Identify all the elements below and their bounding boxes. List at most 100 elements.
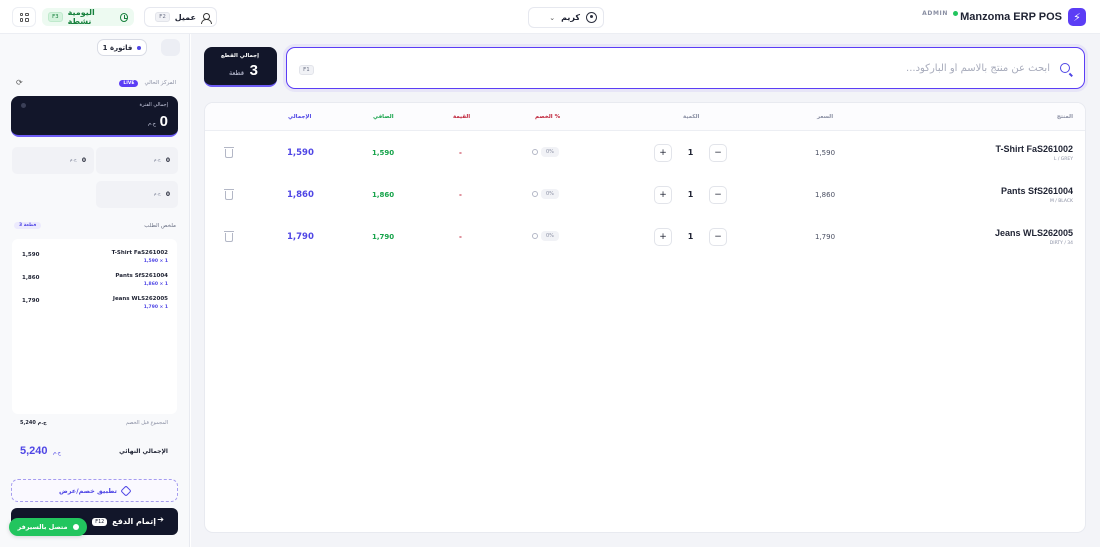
- product-name: T-Shirt FaS261002: [995, 144, 1073, 154]
- invoice-tab[interactable]: فاتورة 1: [97, 39, 147, 56]
- grand-total-value: 5,240: [20, 445, 48, 457]
- product-variant: M / BLACK: [1049, 199, 1073, 204]
- live-badge: LIVE: [119, 79, 139, 87]
- online-dot-icon: [953, 11, 958, 16]
- column-product: المنتج: [1056, 114, 1073, 120]
- product-name: Jeans WLS262005: [994, 228, 1073, 238]
- net-amount: 1,790: [372, 233, 395, 241]
- order-summary-header: ملخص الطلب 3 قطعة: [14, 220, 176, 231]
- discount-field[interactable]: 0%: [532, 189, 559, 199]
- current-position-label: المركز الحالي: [144, 80, 176, 86]
- discount-value: 0%: [541, 231, 559, 241]
- current-position-header: المركز الحالي LIVE: [14, 78, 176, 88]
- discount-field[interactable]: 0%: [532, 231, 559, 241]
- summary-item-sub: 1,860 × 1: [143, 282, 168, 287]
- order-count-badge: 3 قطعة: [14, 222, 42, 229]
- summary-item-total: 1,790: [22, 298, 40, 304]
- stat-unit: ج.م: [69, 158, 77, 163]
- refresh-icon[interactable]: ⟳: [16, 78, 23, 87]
- stat-card: 0 ج.م: [12, 147, 94, 174]
- net-amount: 1,860: [372, 191, 395, 199]
- product-price: 1,860: [815, 191, 836, 199]
- role-indicator: ADMIN: [922, 10, 958, 17]
- increase-qty-button[interactable]: +: [654, 185, 672, 204]
- quantity-value: 1: [687, 148, 694, 157]
- status-dot-icon: [72, 524, 79, 530]
- quantity-value: 1: [687, 232, 694, 241]
- table-row: Jeans WLS262005 DIRTY / 34 1,790 + 1 − 0…: [205, 219, 1085, 261]
- period-total-card: إجمالي الفترة 0 ج.م: [11, 96, 178, 137]
- discount-field[interactable]: 0%: [532, 147, 559, 157]
- trash-icon[interactable]: [224, 189, 234, 200]
- customer-button[interactable]: عميل F2: [144, 7, 217, 27]
- apps-button[interactable]: [12, 7, 36, 27]
- decrease-qty-button[interactable]: −: [708, 143, 727, 162]
- daily-label: اليومية نشطة: [67, 8, 95, 26]
- total-pieces-card: إجمالي القطع 3 قطعة: [204, 47, 277, 87]
- list-item: Jeans WLS262005 1,790 × 1 1,790: [20, 293, 170, 315]
- trash-icon[interactable]: [224, 147, 234, 158]
- total-pieces-unit: قطعة: [228, 69, 244, 77]
- grand-total-unit: ج.م: [53, 450, 61, 456]
- product-search[interactable]: F1: [286, 47, 1085, 89]
- stat-unit: ج.م: [153, 158, 161, 163]
- new-invoice-button[interactable]: [161, 39, 180, 56]
- table-row: T-Shirt FaS261002 L / GREY 1,590 + 1 − 0…: [205, 135, 1085, 177]
- tag-icon: [120, 484, 132, 497]
- column-qty: الكمية: [683, 114, 700, 120]
- discount-value: 0%: [541, 189, 559, 199]
- summary-item-total: 1,860: [22, 275, 40, 281]
- order-summary-title: ملخص الطلب: [144, 222, 176, 229]
- decrease-qty-button[interactable]: −: [708, 185, 727, 204]
- column-discount: الخصم %: [535, 114, 561, 120]
- total-pieces-label: إجمالي القطع: [220, 53, 259, 59]
- subtotal-label: المجموع قبل الخصم: [125, 420, 168, 426]
- discount-amount: -: [459, 233, 462, 241]
- search-input[interactable]: [530, 56, 1050, 80]
- summary-item-sub: 1,590 × 1: [143, 259, 168, 264]
- customer-label: عميل: [174, 12, 196, 22]
- percent-icon: [532, 191, 538, 197]
- product-variant: L / GREY: [1053, 157, 1073, 162]
- bolt-icon: ⚡: [1068, 8, 1086, 26]
- list-item: T-Shirt FaS261002 1,590 × 1 1,590: [20, 247, 170, 269]
- stat-value: 0: [165, 191, 170, 198]
- trash-icon[interactable]: [224, 231, 234, 242]
- column-price: السعر: [817, 114, 834, 120]
- person-icon: [201, 12, 212, 24]
- arrow-icon: ➔: [157, 515, 164, 524]
- server-status-label: متصل بالسيرفر: [17, 523, 68, 531]
- role-label: ADMIN: [922, 10, 948, 17]
- increase-qty-button[interactable]: +: [654, 227, 672, 246]
- table-row: Pants SfS261004 M / BLACK 1,860 + 1 − 0%…: [205, 177, 1085, 219]
- increase-qty-button[interactable]: +: [654, 143, 672, 162]
- apply-discount-button[interactable]: تطبيق خصم/عرض: [11, 479, 178, 502]
- card-dot-icon: [21, 103, 26, 108]
- period-total-label: إجمالي الفترة: [139, 102, 168, 108]
- user-selector[interactable]: كريم ⌄: [528, 7, 604, 28]
- invoice-tab-label: فاتورة 1: [102, 43, 133, 52]
- decrease-qty-button[interactable]: −: [708, 227, 727, 246]
- grand-total-row: الإجمالي النهائي ج.م 5,240: [20, 445, 168, 457]
- stat-card: 0 ج.م: [96, 181, 178, 208]
- grand-total-label: الإجمالي النهائي: [119, 447, 168, 455]
- daily-status-button[interactable]: اليومية نشطة F3: [42, 8, 134, 26]
- period-total-unit: ج.م: [148, 121, 156, 127]
- quantity-stepper: + 1 −: [654, 143, 727, 162]
- quantity-stepper: + 1 −: [654, 185, 727, 204]
- brand-name: Manzoma ERP POS: [960, 11, 1062, 23]
- row-total: 1,860: [287, 190, 314, 200]
- checkout-label: إتمام الدفع: [112, 517, 156, 526]
- period-total-value: 0: [159, 113, 168, 130]
- chevron-down-icon: ⌄: [549, 13, 556, 22]
- percent-icon: [532, 149, 538, 155]
- product-price: 1,790: [815, 233, 836, 241]
- percent-icon: [532, 233, 538, 239]
- total-pieces-value: 3: [249, 62, 258, 79]
- user-circle-icon: [586, 12, 597, 23]
- discount-amount: -: [459, 149, 462, 157]
- cart-table: المنتج السعر الكمية الخصم % القيمة الصاف…: [204, 102, 1086, 533]
- stat-card: 0 ج.م: [96, 147, 178, 174]
- summary-item-name: Jeans WLS262005: [112, 296, 168, 302]
- search-shortcut: F1: [299, 65, 314, 75]
